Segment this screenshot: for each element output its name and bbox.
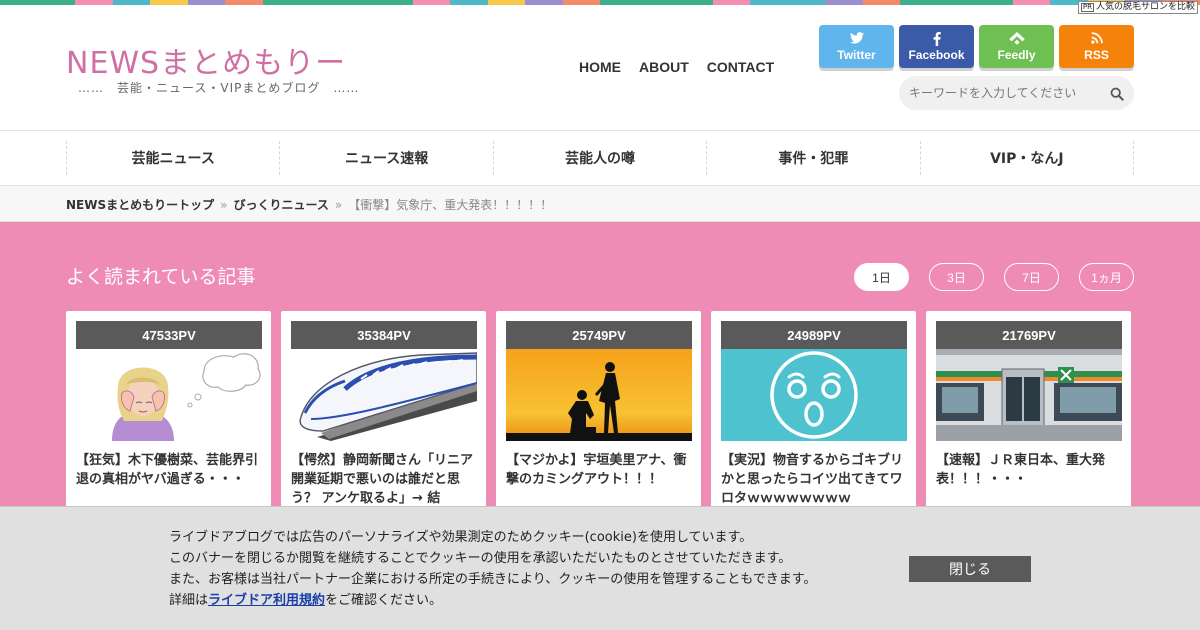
tab-1-month[interactable]: 1ヵ月 [1079, 263, 1134, 291]
breadcrumb-separator: » [220, 197, 228, 212]
terms-of-use-link[interactable]: ライブドア利用規約 [208, 593, 325, 608]
breadcrumb-separator: » [334, 197, 343, 212]
ad-corner-text: 人気の脱毛サロンを比較 [1095, 2, 1195, 12]
tab-7-days[interactable]: 7日 [1004, 263, 1059, 291]
train-door-photo [936, 349, 1122, 441]
global-nav-vip-nanj[interactable]: VIP・なんJ [921, 141, 1135, 175]
ad-corner-link[interactable]: PR 人気の脱毛サロンを比較 [1077, 1, 1198, 14]
twitter-bird-icon [849, 31, 864, 47]
cookie-notice-line: 詳細はライブドア利用規約をご確認ください。 [169, 590, 816, 611]
article-title-link[interactable]: 【マジかよ】宇垣美里アナ、衝撃のカミングアウト！！！ [506, 451, 692, 489]
article-thumbnail[interactable] [936, 349, 1122, 441]
article-title-link[interactable]: 【愕然】静岡新聞さん「リニア開業延期で悪いのは誰だと思う？ アンケ取るよ」→ 結 [291, 451, 477, 508]
rss-label: RSS [1084, 47, 1109, 62]
cookie-details-prefix: 詳細は [169, 593, 209, 608]
breadcrumb-current: 【衝撃】気象庁、重大発表！！！！！ [348, 198, 553, 212]
search-box [899, 76, 1134, 110]
site-header: NEWSまとめもりー …… 芸能・ニュース・VIPまとめブログ …… HOME … [0, 5, 1200, 130]
breadcrumb-category-link[interactable]: びっくりニュース [233, 196, 328, 213]
social-buttons: Twitter Facebook Feedly RSS [819, 25, 1134, 68]
popular-section-title: よく読まれている記事 [66, 266, 256, 288]
cookie-notice-text: ライブドアブログでは広告のパーソナライズや効果測定のためクッキー(cookie)… [169, 527, 816, 611]
pageview-count: 35384PV [291, 321, 477, 349]
pageview-count: 25749PV [506, 321, 692, 349]
search-input[interactable] [899, 76, 1099, 110]
breadcrumb-top-link[interactable]: NEWSまとめもりートップ [66, 196, 214, 213]
tab-1-day[interactable]: 1日 [854, 263, 909, 291]
cookie-details-suffix: をご確認ください。 [325, 593, 443, 608]
site-logo[interactable]: NEWSまとめもりー [66, 38, 346, 82]
global-nav-entertainment-news[interactable]: 芸能ニュース [67, 141, 281, 175]
feedly-label: Feedly [997, 47, 1036, 62]
twitter-label: Twitter [837, 47, 876, 62]
cookie-consent-banner: ライブドアブログでは広告のパーソナライズや効果測定のためクッキー(cookie)… [0, 506, 1200, 630]
cookie-notice-line: ライブドアブログでは広告のパーソナライズや効果測定のためクッキー(cookie)… [169, 530, 753, 545]
rss-button[interactable]: RSS [1059, 25, 1134, 68]
article-thumbnail[interactable] [506, 349, 692, 441]
nav-contact-link[interactable]: CONTACT [707, 59, 774, 75]
nav-about-link[interactable]: ABOUT [639, 59, 689, 75]
maglev-train-illustration [291, 349, 477, 441]
troubled-woman-illustration [76, 349, 262, 441]
header-nav: HOME ABOUT CONTACT [579, 59, 774, 75]
breadcrumb: NEWSまとめもりートップ » びっくりニュース » 【衝撃】気象庁、重大発表！… [0, 186, 1200, 222]
article-thumbnail[interactable] [76, 349, 262, 441]
article-thumbnail[interactable] [721, 349, 907, 441]
global-nav-celebrity-rumors[interactable]: 芸能人の噂 [494, 141, 708, 175]
pageview-count: 47533PV [76, 321, 262, 349]
pageview-count: 21769PV [936, 321, 1122, 349]
tab-3-days[interactable]: 3日 [929, 263, 984, 291]
site-tagline: …… 芸能・ニュース・VIPまとめブログ …… [78, 81, 360, 95]
article-title-link[interactable]: 【実況】物音するからゴキブリかと思ったらコイツ出てきてワロタｗｗｗｗｗｗｗｗ [721, 451, 907, 508]
pageview-count: 24989PV [721, 321, 907, 349]
cookie-notice-line: このバナーを閉じるか閲覧を継続することでクッキーの使用を承認いただいたものとさせ… [169, 551, 792, 566]
article-title-link[interactable]: 【狂気】木下優樹菜、芸能界引退の真相がヤバ過ぎる・・・ [76, 451, 262, 489]
article-thumbnail[interactable] [291, 349, 477, 441]
pr-label: PR [1080, 3, 1094, 12]
global-nav-breaking-news[interactable]: ニュース速報 [280, 141, 494, 175]
global-nav-incidents-crimes[interactable]: 事件・犯罪 [707, 141, 921, 175]
nav-home-link[interactable]: HOME [579, 59, 621, 75]
twitter-button[interactable]: Twitter [819, 25, 894, 68]
cookie-notice-line: また、お客様は当社パートナー企業における所定の手続きにより、クッキーの使用を管理… [169, 572, 817, 587]
article-title-link[interactable]: 【速報】ＪＲ東日本、重大発表！！！・・・ [936, 451, 1122, 489]
sunset-silhouette-illustration [506, 349, 692, 441]
period-tabs: 1日 3日 7日 1ヵ月 [854, 263, 1134, 291]
surprised-face-illustration [721, 349, 907, 441]
facebook-label: Facebook [908, 47, 965, 62]
feedly-icon [1008, 31, 1025, 47]
facebook-f-icon [933, 31, 941, 47]
search-icon[interactable] [1110, 86, 1124, 101]
cookie-close-button[interactable]: 閉じる [909, 556, 1031, 582]
rss-icon [1090, 31, 1103, 47]
global-nav: 芸能ニュース ニュース速報 芸能人の噂 事件・犯罪 VIP・なんJ [0, 130, 1200, 186]
feedly-button[interactable]: Feedly [979, 25, 1054, 68]
facebook-button[interactable]: Facebook [899, 25, 974, 68]
